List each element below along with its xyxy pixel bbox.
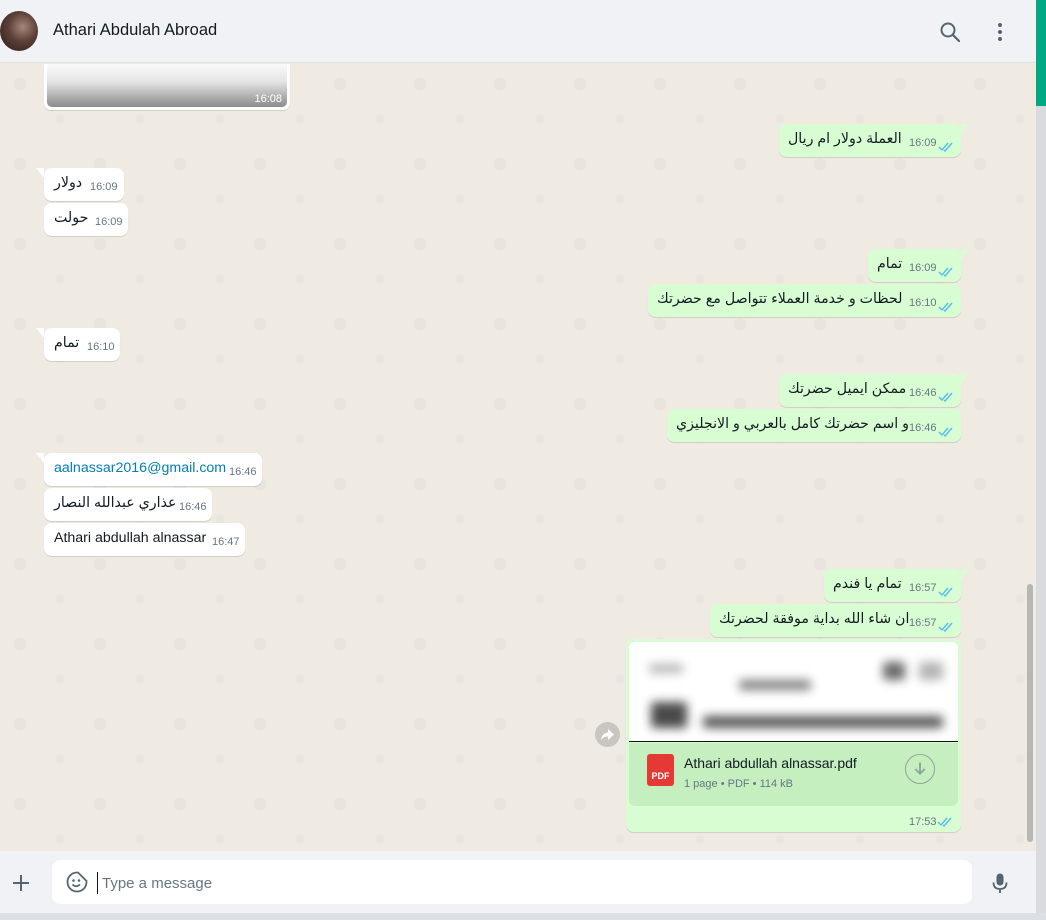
double-check-icon — [938, 142, 953, 152]
message-text: دولار — [54, 175, 83, 191]
message-time: 16:10 — [909, 297, 937, 309]
plus-icon[interactable] — [9, 871, 33, 895]
incoming-message[interactable]: حولت 16:09 — [44, 203, 128, 236]
message-text: تمام — [877, 256, 903, 272]
window-bottom-edge — [0, 913, 1046, 920]
forward-icon[interactable] — [595, 722, 620, 747]
incoming-message[interactable]: aalnassar2016@gmail.com 16:46 — [36, 453, 262, 486]
message-text: العملة دولار ام ريال — [788, 131, 902, 147]
message-time: 16:10 — [87, 341, 115, 353]
incoming-message[interactable]: Athari abdullah alnassar 16:47 — [44, 523, 245, 556]
message-time: 16:09 — [909, 262, 937, 274]
message-time: 16:46 — [909, 422, 937, 434]
outgoing-message[interactable]: لحظات و خدمة العملاء تتواصل مع حضرتك 16:… — [648, 284, 961, 317]
document-message[interactable]: PDF Athari abdullah alnassar.pdf 1 page … — [626, 639, 961, 832]
message-time: 16:09 — [909, 137, 937, 149]
double-check-icon — [938, 622, 953, 632]
double-check-icon — [938, 587, 953, 597]
message-text: حولت — [54, 210, 89, 226]
outgoing-message[interactable]: تمام يا فندم 16:57 — [824, 569, 969, 602]
message-time: 16:09 — [95, 216, 123, 228]
document-info[interactable]: PDF Athari abdullah alnassar.pdf 1 page … — [629, 743, 958, 806]
window-edge — [1036, 106, 1046, 920]
incoming-message[interactable]: تمام 16:10 — [36, 328, 120, 361]
outgoing-message[interactable]: العملة دولار ام ريال 16:09 — [779, 124, 969, 157]
message-text: ممكن ايميل حضرتك — [788, 381, 907, 397]
window-edge-accent — [1036, 0, 1046, 106]
incoming-message[interactable]: عذاري عبدالله النصار 16:46 — [44, 488, 212, 521]
message-time: 16:46 — [179, 501, 207, 513]
sticker-icon[interactable] — [65, 870, 89, 894]
message-time: 16:46 — [909, 387, 937, 399]
message-text: عذاري عبدالله النصار — [54, 495, 177, 511]
pdf-file-icon: PDF — [647, 754, 674, 786]
message-time: 16:46 — [229, 466, 257, 478]
scrollbar-thumb[interactable] — [1027, 584, 1033, 842]
message-time: 16:08 — [254, 93, 282, 105]
contact-name[interactable]: Athari Abdulah Abroad — [53, 21, 217, 40]
message-input[interactable] — [97, 872, 942, 894]
message-time: 16:57 — [909, 582, 937, 594]
message-text: Athari abdullah alnassar — [54, 530, 207, 546]
message-composer[interactable] — [52, 860, 972, 904]
outgoing-message[interactable]: ان شاء الله بداية موفقة لحضرتك 16:57 — [710, 604, 961, 637]
message-time: 17:53 — [909, 816, 937, 828]
double-check-icon — [937, 817, 952, 827]
image-thumbnail[interactable] — [47, 64, 287, 107]
email-link[interactable]: aalnassar2016@gmail.com — [54, 459, 226, 478]
message-time: 16:57 — [909, 617, 937, 629]
message-text: تمام — [54, 335, 80, 351]
document-preview[interactable] — [629, 642, 958, 742]
message-text: و اسم حضرتك كامل بالعربي و الانجليزي — [676, 416, 909, 432]
outgoing-message[interactable]: و اسم حضرتك كامل بالعربي و الانجليزي 16:… — [667, 409, 961, 442]
image-message[interactable]: 16:08 — [44, 64, 290, 110]
double-check-icon — [938, 302, 953, 312]
message-text: تمام يا فندم — [833, 576, 902, 592]
double-check-icon — [938, 427, 953, 437]
double-check-icon — [938, 267, 953, 277]
document-filename: Athari abdullah alnassar.pdf — [684, 755, 857, 771]
contact-avatar[interactable] — [0, 11, 38, 51]
outgoing-message[interactable]: ممكن ايميل حضرتك 16:46 — [779, 374, 969, 407]
outgoing-message[interactable]: تمام 16:09 — [868, 249, 969, 282]
kebab-menu-icon[interactable] — [988, 20, 1012, 44]
mic-icon[interactable] — [988, 871, 1012, 895]
double-check-icon — [938, 392, 953, 402]
incoming-message[interactable]: دولار 16:09 — [36, 168, 124, 201]
message-text: لحظات و خدمة العملاء تتواصل مع حضرتك — [657, 291, 903, 307]
message-time: 16:09 — [90, 181, 118, 193]
download-icon[interactable] — [905, 754, 935, 784]
document-meta: 1 page • PDF • 114 kB — [684, 778, 794, 790]
chat-header: Athari Abdulah Abroad — [0, 0, 1036, 63]
search-icon[interactable] — [938, 20, 962, 44]
composer-bar — [0, 851, 1036, 920]
message-time: 16:47 — [212, 536, 240, 548]
message-text: ان شاء الله بداية موفقة لحضرتك — [719, 611, 910, 627]
